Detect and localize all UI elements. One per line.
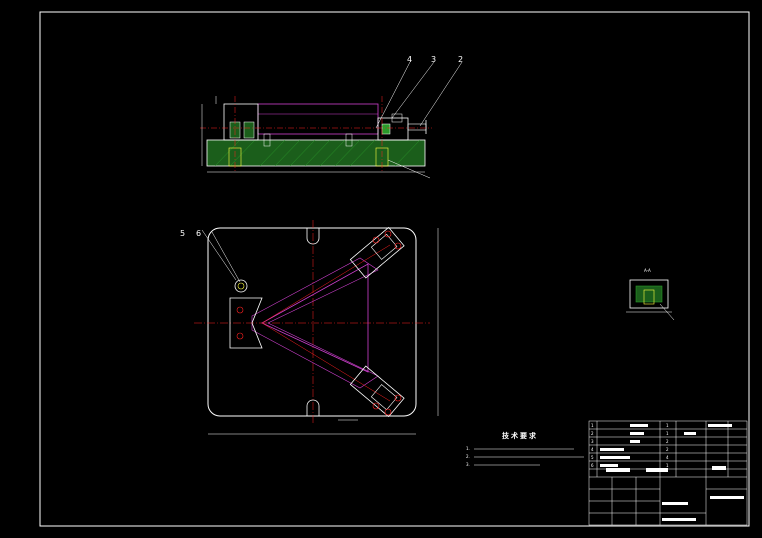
callout-4: 4: [407, 55, 412, 64]
notes-title: 技术要求: [502, 431, 538, 440]
front-view: [200, 61, 463, 179]
callout-5: 5: [180, 229, 185, 238]
callout-3: 3: [431, 55, 436, 64]
row-no-2: 2: [591, 431, 594, 436]
title-block-labels: [600, 424, 744, 521]
callout-2: 2: [458, 55, 463, 64]
row-qty-3: 2: [666, 439, 669, 444]
row-no-5: 5: [591, 455, 594, 460]
technical-notes: 技术要求 1. 2. 3.: [466, 431, 584, 467]
callout-6: 6: [196, 229, 201, 238]
row-qty-1: 1: [666, 423, 669, 428]
row-no-1: 1: [591, 423, 594, 428]
title-block: [588, 420, 748, 526]
row-no-4: 4: [591, 447, 594, 452]
cad-drawing: A-A 2 3 4 5 6 技术要求 1. 2. 3. 1 2 3 4 5 6 …: [39, 11, 750, 527]
row-qty-2: 1: [666, 431, 669, 436]
plan-view: [194, 220, 439, 435]
row-qty-4: 2: [666, 447, 669, 452]
drawing-border: [39, 11, 750, 527]
section-view: A-A: [626, 268, 675, 321]
row-no-6: 6: [591, 463, 594, 468]
section-label: A-A: [644, 268, 651, 273]
note-1: 1.: [466, 446, 470, 451]
row-qty-6: 1: [666, 463, 669, 468]
note-3: 3.: [466, 462, 470, 467]
note-2: 2.: [466, 454, 470, 459]
row-no-3: 3: [591, 439, 594, 444]
row-qty-5: 4: [666, 455, 669, 460]
